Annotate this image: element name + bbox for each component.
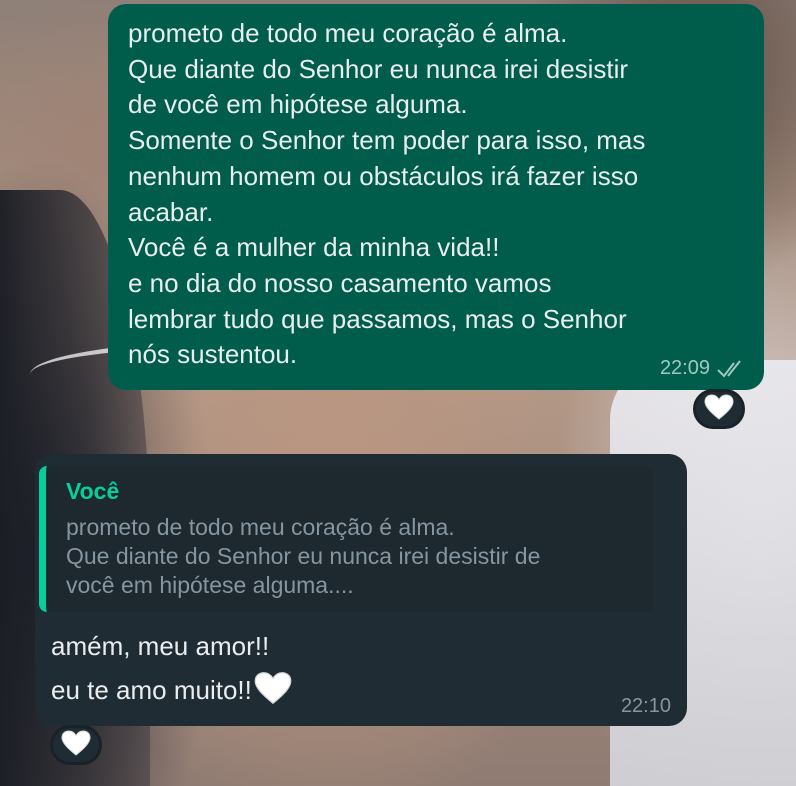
message-body: amém, meu amor!! eu te amo muito!! [51, 624, 292, 718]
message-meta: 22:09 [660, 357, 746, 380]
quote-text-line: você em hipótese alguma.... [66, 572, 354, 598]
message-text-line: nós sustentou. [128, 339, 298, 370]
white-heart-icon [704, 393, 734, 425]
message-text-line: eu te amo muito!! [51, 668, 292, 718]
quoted-message[interactable]: Você prometo de todo meu coração é alma.… [39, 466, 653, 612]
quote-text-line: Que diante do Senhor eu nunca irei desis… [66, 543, 541, 569]
incoming-message-bubble[interactable]: Você prometo de todo meu coração é alma.… [35, 454, 687, 726]
message-text: eu te amo muito!! [51, 675, 252, 705]
message-text-line: e no dia do nosso casamento vamos [128, 267, 552, 298]
quote-text-line: prometo de todo meu coração é alma. [66, 514, 455, 540]
message-time: 22:10 [620, 695, 671, 717]
message-text-line: Você é a mulher da minha vida!! [128, 232, 500, 263]
message-text-line: nenhum homem ou obstáculos irá fazer iss… [128, 160, 639, 191]
white-heart-icon [254, 671, 292, 718]
message-time: 22:09 [659, 357, 710, 379]
message-text-line: Somente o Senhor tem poder para isso, ma… [128, 125, 646, 156]
message-reaction[interactable] [50, 725, 102, 765]
outgoing-message-bubble[interactable]: prometo de todo meu coração é alma. Que … [108, 4, 764, 390]
double-check-icon [716, 358, 746, 380]
message-text-line: Que diante do Senhor eu nunca irei desis… [128, 53, 629, 84]
message-text-line: amém, meu amor!! [51, 631, 270, 661]
white-heart-icon [61, 729, 91, 761]
message-text-line: lembrar tudo que passamos, mas o Senhor [128, 303, 627, 334]
message-reaction[interactable] [693, 389, 745, 429]
quote-author: Você [66, 478, 120, 504]
message-text-line: acabar. [128, 196, 214, 227]
message-text-line: prometo de todo meu coração é alma. [128, 18, 568, 48]
message-text-line: de você em hipótese alguma. [128, 89, 468, 120]
